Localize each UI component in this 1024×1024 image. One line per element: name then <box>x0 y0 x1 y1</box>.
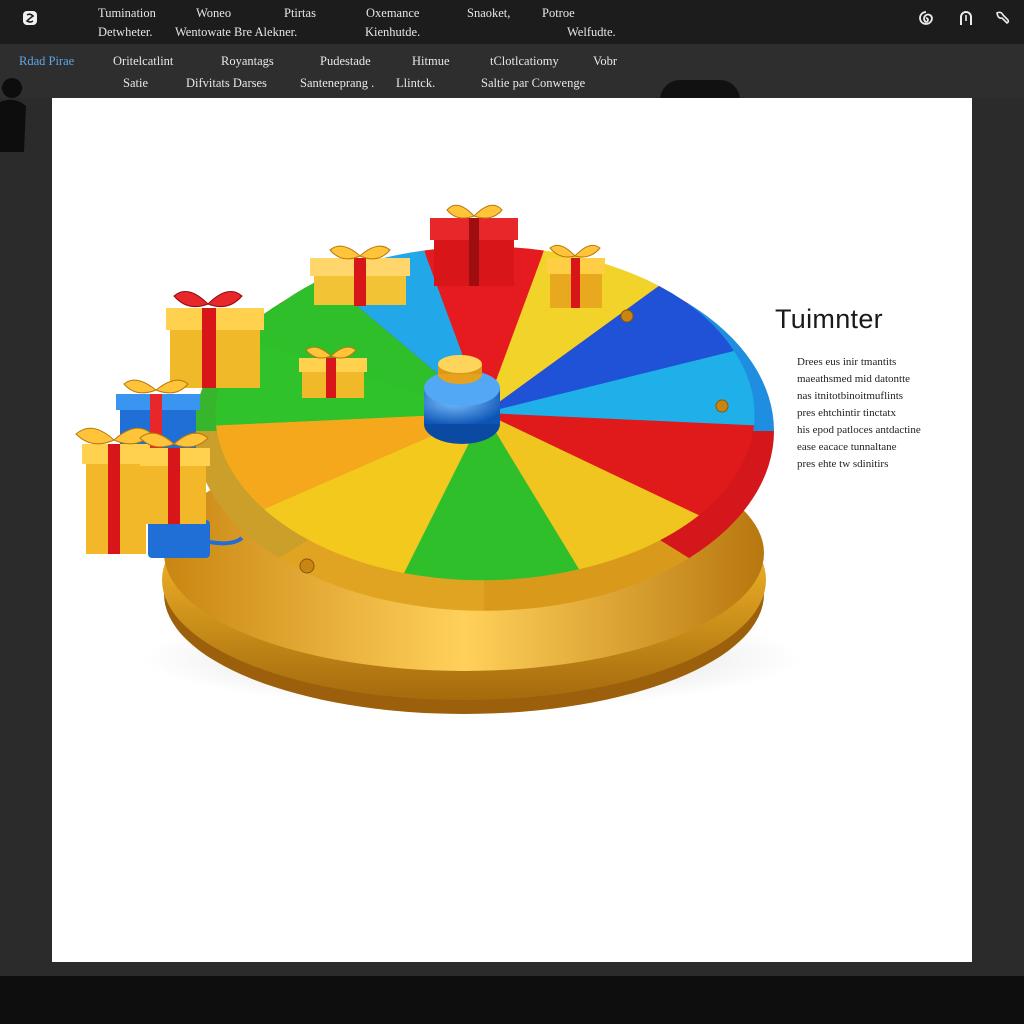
description-line: ease eacace tunnaltane <box>797 441 897 453</box>
swirl-icon[interactable] <box>916 8 936 28</box>
bottom-bar <box>0 976 1024 1024</box>
horseshoe-icon[interactable] <box>956 8 976 28</box>
description-line: maeathsmed mid datontte <box>797 373 911 385</box>
tab-6[interactable]: tClotlcatiomy <box>490 54 559 68</box>
head-silhouette <box>660 80 740 100</box>
tab-7[interactable]: Vobr <box>593 54 617 68</box>
tab-5[interactable]: Hitmue <box>412 54 450 68</box>
subtab-2[interactable]: Difvitats Darses <box>186 76 267 90</box>
menu-subitem-3[interactable]: Kienhutde. <box>365 25 420 39</box>
prize-wheel-illustration <box>75 204 802 714</box>
menu-item-4[interactable]: Oxemance <box>366 6 419 20</box>
menu-item-6[interactable]: Potroe <box>542 6 575 20</box>
menu-bar: Tumination Woneo Ptirtas Oxemance Snaoke… <box>0 0 1024 44</box>
wrench-icon[interactable] <box>992 8 1012 28</box>
description-text: Drees eus inir tmantits maeathsmed mid d… <box>797 354 957 473</box>
description-line: nas itnitotbinoitmuflints <box>797 390 904 402</box>
tab-4[interactable]: Pudestade <box>320 54 371 68</box>
subtab-3[interactable]: Santeneprang . <box>300 76 374 90</box>
person-silhouette <box>0 72 30 152</box>
menu-item-3[interactable]: Ptirtas <box>284 6 316 20</box>
toolbar: Rdad Pirae Oritelcatlint Royantags Pudes… <box>0 44 1024 98</box>
menu-subitem-1[interactable]: Detwheter. <box>98 25 153 39</box>
menu-subitem-4[interactable]: Welfudte. <box>567 25 616 39</box>
tab-active[interactable]: Rdad Pirae <box>19 54 74 68</box>
menu-item-2[interactable]: Woneo <box>196 6 231 20</box>
subtab-5[interactable]: Saltie par Conwenge <box>481 76 585 90</box>
tab-2[interactable]: Oritelcatlint <box>113 54 173 68</box>
page-title: Tuimnter <box>775 304 883 334</box>
main-canvas: Tuimnter Drees eus inir tmantits maeaths… <box>52 98 972 962</box>
menu-subitem-2[interactable]: Wentowate Bre Alekner. <box>175 25 297 39</box>
description-line: pres ehtchintir tinctatx <box>797 407 896 419</box>
menu-item-5[interactable]: Snaoket, <box>467 6 510 20</box>
subtab-4[interactable]: Llintck. <box>396 76 435 90</box>
tab-3[interactable]: Royantags <box>221 54 274 68</box>
description-line: his epod patloces antdactine <box>797 424 921 436</box>
description-line: Drees eus inir tmantits <box>797 356 897 368</box>
app-logo-icon[interactable] <box>20 8 40 28</box>
description-line: pres ehte tw sdinitirs <box>797 458 889 470</box>
menu-item-1[interactable]: Tumination <box>98 6 156 20</box>
subtab-1[interactable]: Satie <box>123 76 148 90</box>
